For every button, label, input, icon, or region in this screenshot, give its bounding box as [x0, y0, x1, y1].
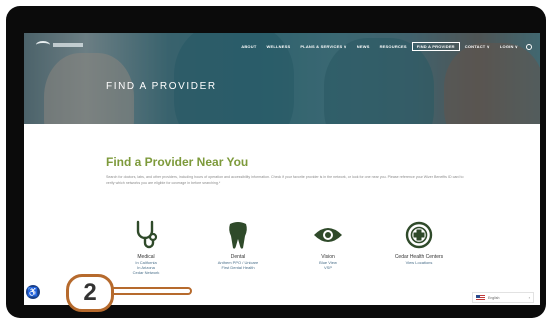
accessibility-icon: ♿ [27, 286, 39, 297]
main-nav: ABOUT WELLNESS PLANS & SERVICES ∨ NEWS R… [236, 42, 532, 51]
nav-about[interactable]: ABOUT [236, 44, 261, 49]
nav-login[interactable]: LOGIN ∨ [495, 44, 523, 49]
site-logo[interactable] [36, 39, 86, 51]
accessibility-button[interactable]: ♿ [26, 285, 40, 299]
callout-badge: 2 [66, 274, 114, 312]
nav-find-a-provider[interactable]: FIND A PROVIDER [411, 42, 460, 51]
hero-title: FIND A PROVIDER [106, 81, 217, 92]
nav-resources[interactable]: RESOURCES [375, 44, 412, 49]
page-title: Find a Provider Near You [106, 155, 249, 169]
intro-text: Search for doctors, labs, and other prov… [106, 175, 464, 185]
search-icon[interactable] [526, 43, 532, 50]
language-selector[interactable]: English › [472, 292, 534, 303]
chevron-right-icon: › [528, 295, 530, 300]
us-flag-icon [476, 294, 485, 301]
nav-contact[interactable]: CONTACT ∨ [460, 44, 495, 49]
medical-cedar-network-link[interactable]: Cedar Network [91, 270, 201, 275]
callout-number: 2 [83, 279, 97, 306]
language-label: English [488, 295, 500, 300]
centers-view-locations-link[interactable]: View Locations [364, 260, 474, 265]
card-cedar-health-centers: Cedar Health Centers View Locations [364, 219, 474, 265]
logo-mark-icon [36, 41, 50, 49]
nav-news[interactable]: NEWS [352, 44, 375, 49]
nav-plans-services[interactable]: PLANS & SERVICES ∨ [295, 44, 351, 49]
nav-wellness[interactable]: WELLNESS [261, 44, 295, 49]
hero-banner: ABOUT WELLNESS PLANS & SERVICES ∨ NEWS R… [24, 33, 540, 124]
browser-viewport: ABOUT WELLNESS PLANS & SERVICES ∨ NEWS R… [24, 33, 540, 305]
plus-circle-icon [364, 219, 474, 251]
vision-vsp-link[interactable]: VSP [273, 265, 383, 270]
